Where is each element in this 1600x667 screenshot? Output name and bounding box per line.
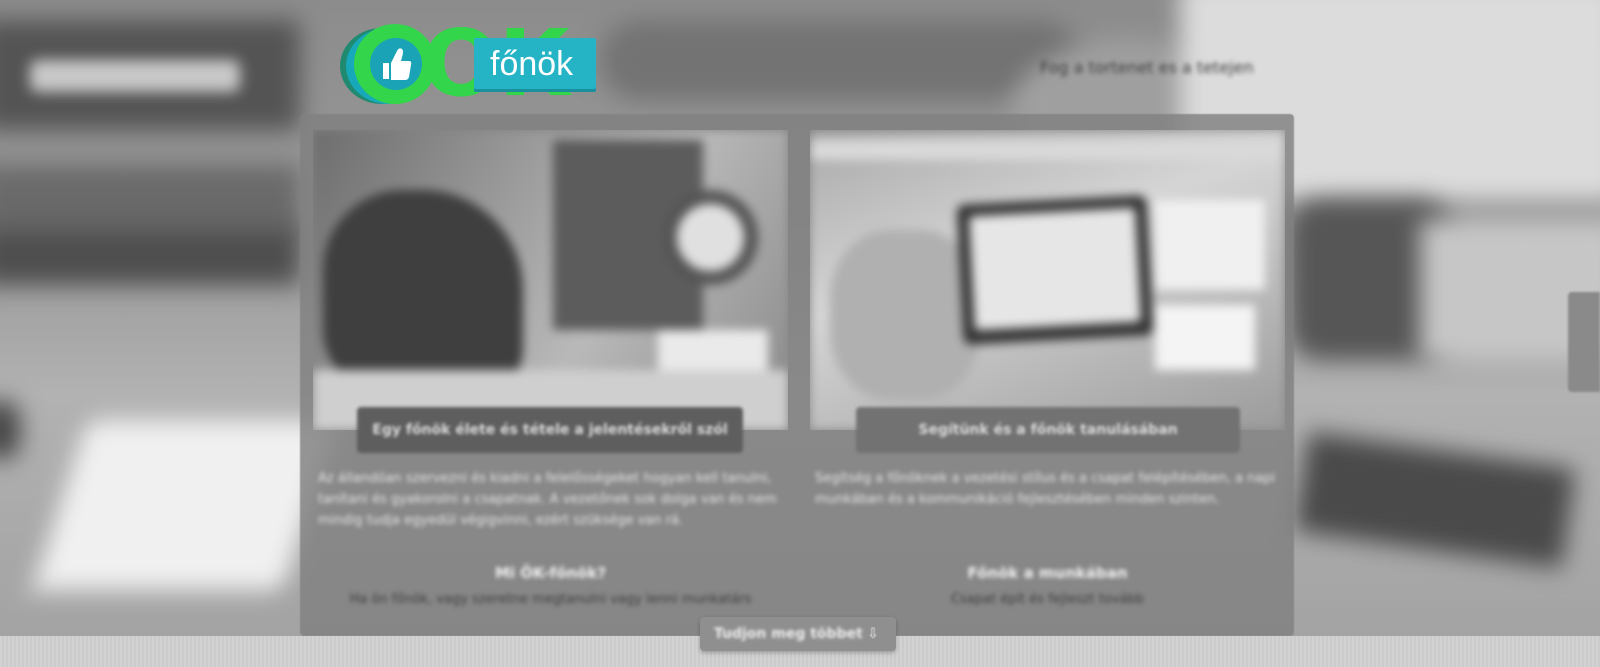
left-column-photo <box>313 130 788 430</box>
side-feedback-tab[interactable] <box>1568 292 1600 392</box>
chevron-down-icon: ⇩ <box>867 626 879 642</box>
right-subtext: Csapat épít és fejleszt tovább <box>950 592 1145 607</box>
logo-word: főnök <box>490 45 574 83</box>
right-subtitle: Főnök a munkában <box>967 564 1128 582</box>
learn-more-label: Tudjon meg többet <box>714 626 863 642</box>
left-description: Az állandóan szervezni és kiadni a felel… <box>318 471 777 528</box>
top-nav-link[interactable]: Fog a tortenet es a tetejen <box>1040 58 1253 77</box>
ok-fonok-logo[interactable]: OK főnök <box>340 16 596 112</box>
right-caption-button[interactable]: Segítünk és a főnök tanulásában <box>856 407 1240 453</box>
thumbs-up-icon <box>383 48 412 80</box>
right-column-photo <box>810 130 1285 430</box>
left-subtitle: Mi ÖK-főnök? <box>494 564 607 582</box>
learn-more-button[interactable]: Tudjon meg többet ⇩ <box>700 617 896 651</box>
right-description: Segítség a főnöknek a vezetési stílus és… <box>815 471 1276 507</box>
left-caption-button[interactable]: Egy főnök élete és tétele a jelentésekrő… <box>357 407 743 453</box>
left-subtext: Ha ön főnök, vagy szeretne megtanulni va… <box>349 592 752 607</box>
